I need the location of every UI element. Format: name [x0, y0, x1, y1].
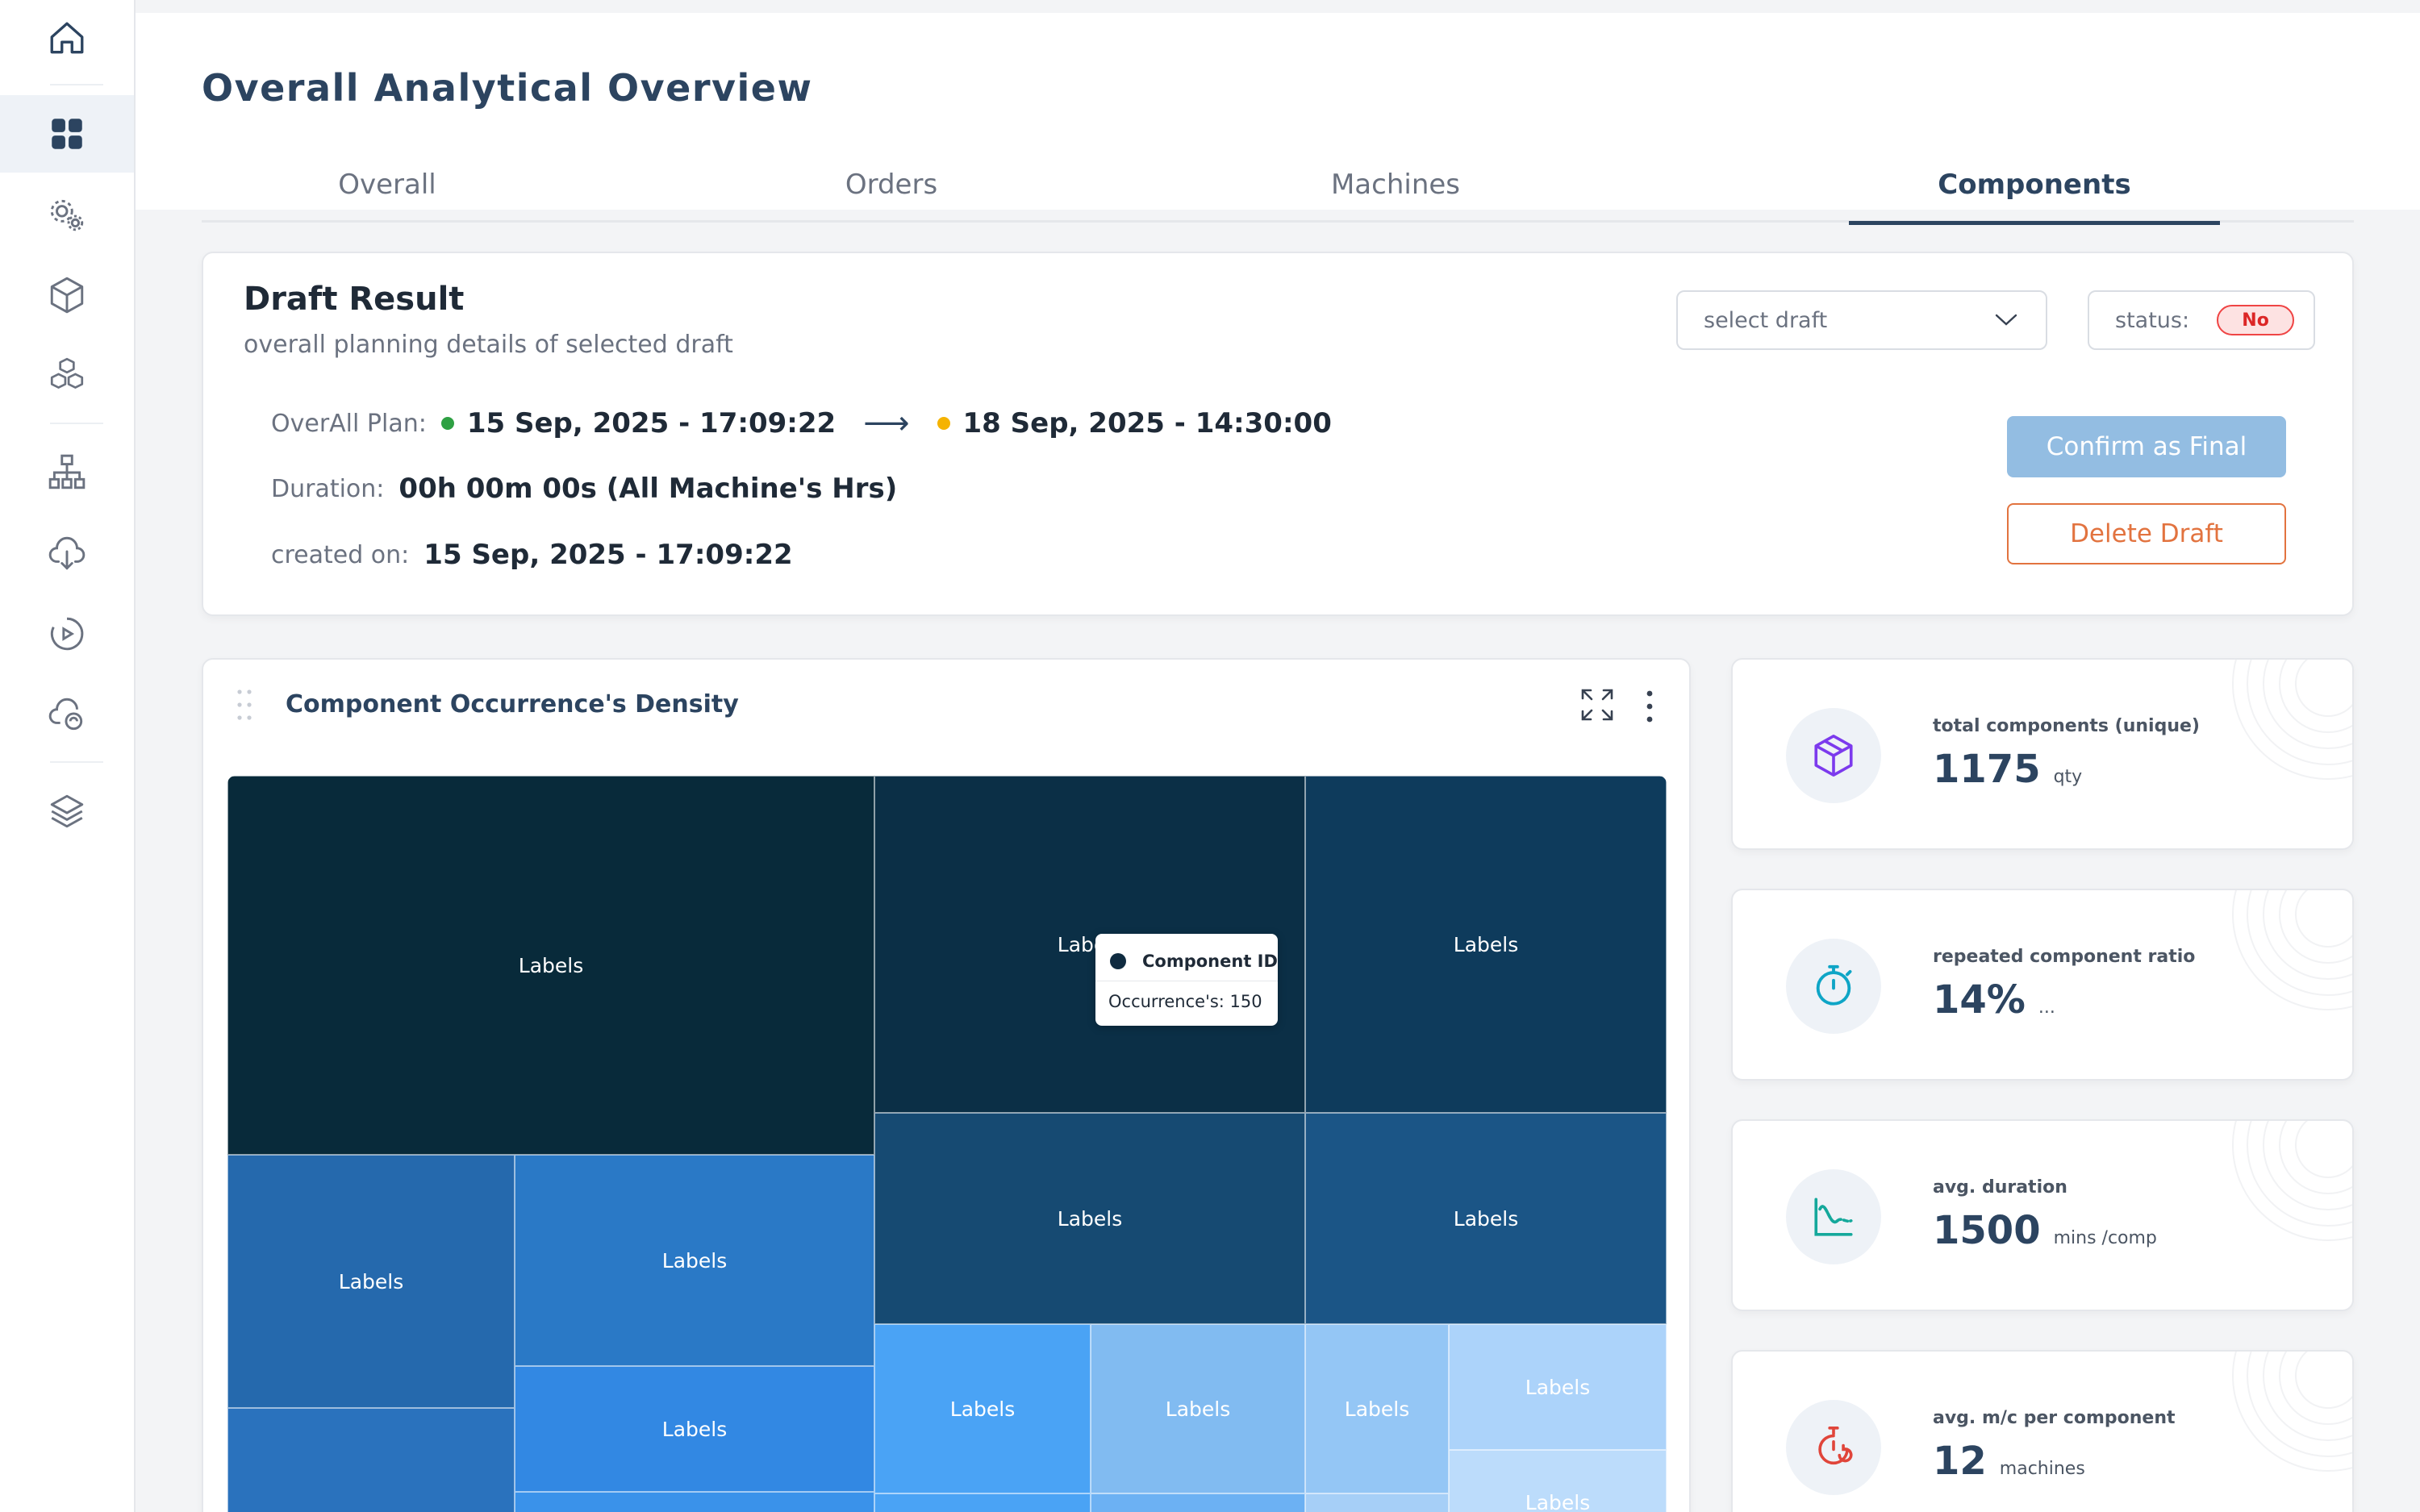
treemap-tile[interactable]: Labels: [515, 1366, 874, 1492]
created-value: 15 Sep, 2025 - 17:09:22: [424, 539, 793, 571]
treemap-tile[interactable]: Labels: [1449, 1324, 1667, 1450]
treemap-tile[interactable]: Labels: [515, 1155, 874, 1366]
treemap-tile[interactable]: Labels: [1305, 1113, 1667, 1324]
delete-draft-button[interactable]: Delete Draft: [2007, 503, 2286, 564]
treemap-tile[interactable]: [1091, 1493, 1305, 1512]
status-label: status:: [2115, 307, 2190, 333]
draft-title: Draft Result: [244, 281, 465, 318]
end-dot-icon: [937, 417, 950, 430]
sidebar-item-dashboard[interactable]: [0, 95, 134, 173]
treemap-tile[interactable]: Labels: [1091, 1324, 1305, 1493]
status-indicator: status: No: [2088, 290, 2315, 350]
stat-label: repeated component ratio: [1933, 947, 2196, 967]
layers-icon: [50, 794, 84, 828]
stat-unit: machines: [1999, 1459, 2085, 1479]
page-title: Overall Analytical Overview: [202, 66, 813, 110]
tab-bar: Overall Orders Machines Components: [202, 147, 2354, 225]
stat-label: avg. m/c per component: [1933, 1408, 2176, 1428]
tab-components[interactable]: Components: [1849, 147, 2220, 225]
stat-card-repeated-ratio: repeated component ratio 14% ...: [1731, 889, 2354, 1081]
treemap-tooltip: Component ID Occurrence's: 150: [1095, 934, 1278, 1026]
sidebar-item-inventory[interactable]: [0, 337, 134, 414]
treemap-tile[interactable]: Labels: [1449, 1450, 1667, 1512]
page-header: Overall Analytical Overview Overall Orde…: [136, 13, 2420, 225]
sidebar-item-simulation[interactable]: [0, 595, 134, 673]
treemap-tile[interactable]: Labels: [1305, 776, 1667, 1113]
sidebar-item-machines[interactable]: [0, 176, 134, 253]
sidebar-item-sync[interactable]: [0, 676, 134, 753]
treemap-title: Component Occurrence's Density: [286, 690, 739, 719]
hierarchy-icon: [48, 454, 86, 489]
stat-value: 14%: [1933, 977, 2026, 1023]
stat-card-avg-duration: avg. duration 1500 mins /comp: [1731, 1119, 2354, 1311]
duration-value: 00h 00m 00s (All Machine's Hrs): [398, 473, 898, 505]
curve-chart-icon: [1814, 1198, 1853, 1236]
stat-value: 12: [1933, 1439, 1987, 1484]
treemap-tile[interactable]: Labels: [874, 1324, 1091, 1493]
select-draft-dropdown[interactable]: select draft: [1676, 290, 2047, 350]
stat-value: 1175: [1933, 747, 2041, 792]
box-icon: [50, 277, 84, 314]
play-circle-icon: [50, 617, 84, 651]
draft-result-card: Draft Result overall planning details of…: [202, 252, 2354, 616]
series-dot-icon: [1110, 953, 1126, 969]
treemap-tile[interactable]: Labels: [874, 1113, 1305, 1324]
arrow-right-icon: ⟶: [863, 405, 910, 442]
draft-subtitle: overall planning details of selected dra…: [244, 331, 733, 359]
cloud-sync-icon: [48, 698, 83, 731]
status-badge: No: [2217, 305, 2295, 335]
home-icon: [50, 22, 84, 54]
sidebar: [0, 0, 136, 1512]
expand-icon[interactable]: [1579, 687, 1615, 723]
timer-refresh-icon: [1818, 1427, 1853, 1465]
stat-unit: qty: [2053, 767, 2083, 787]
treemap-tile[interactable]: [1305, 1493, 1449, 1512]
stat-label: avg. duration: [1933, 1177, 2067, 1198]
sidebar-item-layers[interactable]: [0, 773, 134, 850]
treemap-tile[interactable]: Labels: [1305, 1324, 1449, 1493]
cube-icon: [1814, 735, 1853, 777]
stat-unit: mins /comp: [2053, 1228, 2157, 1248]
stat-unit: ...: [2038, 998, 2055, 1018]
overall-plan-row: OverAll Plan: 15 Sep, 2025 - 17:09:22 ⟶ …: [271, 405, 1332, 442]
sidebar-item-download[interactable]: [0, 514, 134, 592]
treemap-tile[interactable]: Labels: [227, 1408, 515, 1512]
more-options-icon[interactable]: [1644, 689, 1655, 724]
plan-label: OverAll Plan:: [271, 409, 427, 438]
confirm-as-final-button[interactable]: Confirm as Final: [2007, 416, 2286, 477]
cloud-download-icon: [48, 536, 86, 570]
boxes-icon: [50, 357, 84, 389]
created-label: created on:: [271, 540, 410, 569]
treemap-tile[interactable]: Labels: [227, 776, 874, 1155]
stat-card-avg-machines: avg. m/c per component 12 machines: [1731, 1350, 2354, 1512]
tab-machines[interactable]: Machines: [1210, 147, 1581, 223]
sidebar-item-hierarchy[interactable]: [0, 434, 134, 511]
sidebar-item-home[interactable]: [0, 0, 134, 77]
sidebar-item-components[interactable]: [0, 256, 134, 334]
duration-row: Duration: 00h 00m 00s (All Machine's Hrs…: [271, 473, 897, 505]
tab-orders[interactable]: Orders: [706, 147, 1077, 223]
stat-card-total-components: total components (unique) 1175 qty: [1731, 658, 2354, 850]
tab-overall[interactable]: Overall: [202, 147, 573, 223]
plan-end: 18 Sep, 2025 - 14:30:00: [962, 407, 1332, 439]
treemap-tile[interactable]: [515, 1492, 874, 1512]
start-dot-icon: [440, 417, 454, 430]
chevron-down-icon: [1995, 314, 2017, 326]
component-density-card: Component Occurrence's Density Labels La…: [202, 658, 1691, 1512]
stat-label: total components (unique): [1933, 716, 2200, 736]
tooltip-title: Component ID: [1142, 952, 1278, 971]
stopwatch-icon: [1816, 964, 1852, 1006]
tooltip-value: Occurrence's: 150: [1108, 992, 1262, 1011]
treemap-tile[interactable]: Labels: [227, 1155, 515, 1408]
select-draft-placeholder: select draft: [1704, 307, 1828, 333]
duration-label: Duration:: [271, 474, 385, 503]
stat-value: 1500: [1933, 1208, 2041, 1253]
created-row: created on: 15 Sep, 2025 - 17:09:22: [271, 539, 793, 571]
plan-start: 15 Sep, 2025 - 17:09:22: [466, 407, 837, 439]
gears-icon: [50, 199, 84, 231]
dashboard-grid-icon: [52, 119, 82, 149]
treemap-chart: Labels Labels Labels Labels Labels Label…: [227, 776, 1667, 1512]
treemap-tile[interactable]: [874, 1493, 1091, 1512]
drag-handle-icon[interactable]: [236, 687, 253, 723]
